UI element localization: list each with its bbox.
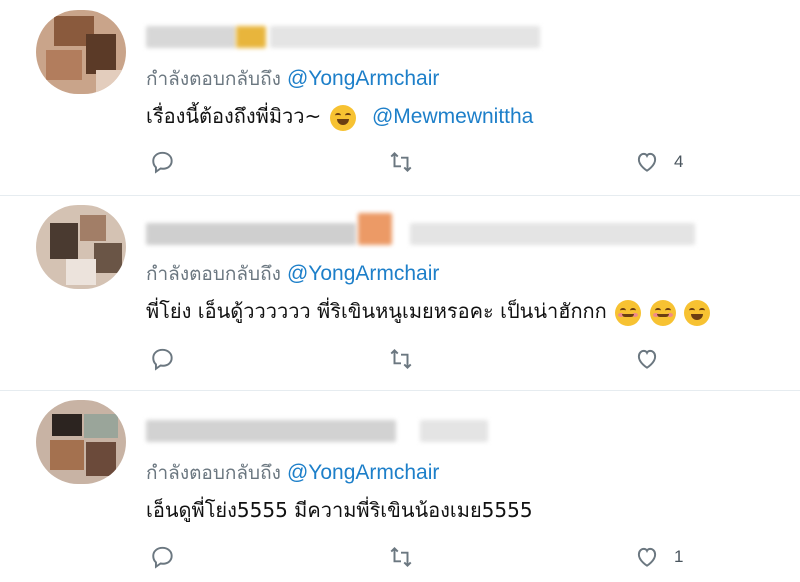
reply-text: เรื่องนี้ต้องถึงพี่มิวว~ @Mewmewnittha [146, 100, 533, 132]
reply-button[interactable] [150, 147, 176, 177]
avatar[interactable] [36, 400, 126, 484]
action-bar: 4 [0, 147, 800, 177]
action-bar: 1 [0, 542, 800, 572]
reply-button[interactable] [150, 542, 176, 572]
avatar[interactable] [36, 10, 126, 94]
replying-to-line: กำลังตอบกลับถึง @YongArmchair [146, 64, 439, 94]
reply-body: เรื่องนี้ต้องถึงพี่มิวว~ [146, 104, 322, 128]
replies-feed: กำลังตอบกลับถึง @YongArmchair เรื่องนี้ต… [0, 0, 800, 582]
heart-icon [637, 152, 657, 172]
name-emoji [358, 213, 392, 245]
display-name[interactable] [146, 420, 396, 442]
reply-icon [152, 151, 173, 174]
display-name[interactable] [146, 26, 236, 48]
action-bar [0, 344, 800, 374]
reply-text: พี่โย่ง เอ็นดู้วววววว พี่ริเขินหนูเมยหรอ… [146, 295, 710, 327]
like-count: 4 [674, 152, 684, 171]
heart-icon [637, 547, 657, 567]
reply-icon [152, 348, 173, 371]
replying-to-prefix: กำลังตอบกลับถึง [146, 462, 281, 484]
replying-to-prefix: กำลังตอบกลับถึง [146, 263, 281, 285]
avatar[interactable] [36, 205, 126, 289]
reply-body: พี่โย่ง เอ็นดู้วววววว พี่ริเขินหนูเมยหรอ… [146, 299, 607, 323]
retweet-icon [390, 546, 412, 568]
replying-to-handle[interactable]: @YongArmchair [287, 461, 439, 484]
retweet-icon [390, 151, 412, 173]
reply-icon [152, 546, 173, 569]
like-button[interactable]: 4 [634, 147, 683, 177]
blush-emoji-icon [615, 299, 642, 326]
username-handle[interactable] [410, 223, 695, 245]
reply-item[interactable]: กำลังตอบกลับถึง @YongArmchair เรื่องนี้ต… [0, 0, 800, 196]
retweet-icon [390, 348, 412, 370]
like-button[interactable]: 1 [634, 542, 683, 572]
reply-text: เอ็นดูพี่โย่ง5555 มีความพี่ริเขินน้องเมย… [146, 494, 533, 526]
heart-icon [637, 349, 657, 369]
reply-item[interactable]: กำลังตอบกลับถึง @YongArmchair เอ็นดูพี่โ… [0, 390, 800, 582]
like-button[interactable] [634, 344, 674, 374]
tears-of-joy-emoji-icon [329, 104, 356, 131]
grinning-squinting-emoji-icon [683, 299, 710, 326]
replying-to-prefix: กำลังตอบกลับถึง [146, 68, 281, 90]
like-count: 1 [674, 547, 684, 566]
blush-emoji-icon [649, 299, 676, 326]
replying-to-handle[interactable]: @YongArmchair [287, 67, 439, 90]
username-handle[interactable] [270, 26, 540, 48]
replying-to-line: กำลังตอบกลับถึง @YongArmchair [146, 458, 439, 488]
reply-button[interactable] [150, 344, 176, 374]
username-handle[interactable] [420, 420, 488, 442]
replying-to-handle[interactable]: @YongArmchair [287, 262, 439, 285]
reply-body: เอ็นดูพี่โย่ง5555 มีความพี่ริเขินน้องเมย… [146, 498, 533, 522]
retweet-button[interactable] [388, 542, 414, 572]
replying-to-line: กำลังตอบกลับถึง @YongArmchair [146, 259, 439, 289]
name-emoji [236, 26, 266, 48]
reply-item[interactable]: กำลังตอบกลับถึง @YongArmchair พี่โย่ง เอ… [0, 195, 800, 391]
retweet-button[interactable] [388, 344, 414, 374]
display-name[interactable] [146, 223, 356, 245]
retweet-button[interactable] [388, 147, 414, 177]
mention-link[interactable]: @Mewmewnittha [372, 105, 533, 128]
